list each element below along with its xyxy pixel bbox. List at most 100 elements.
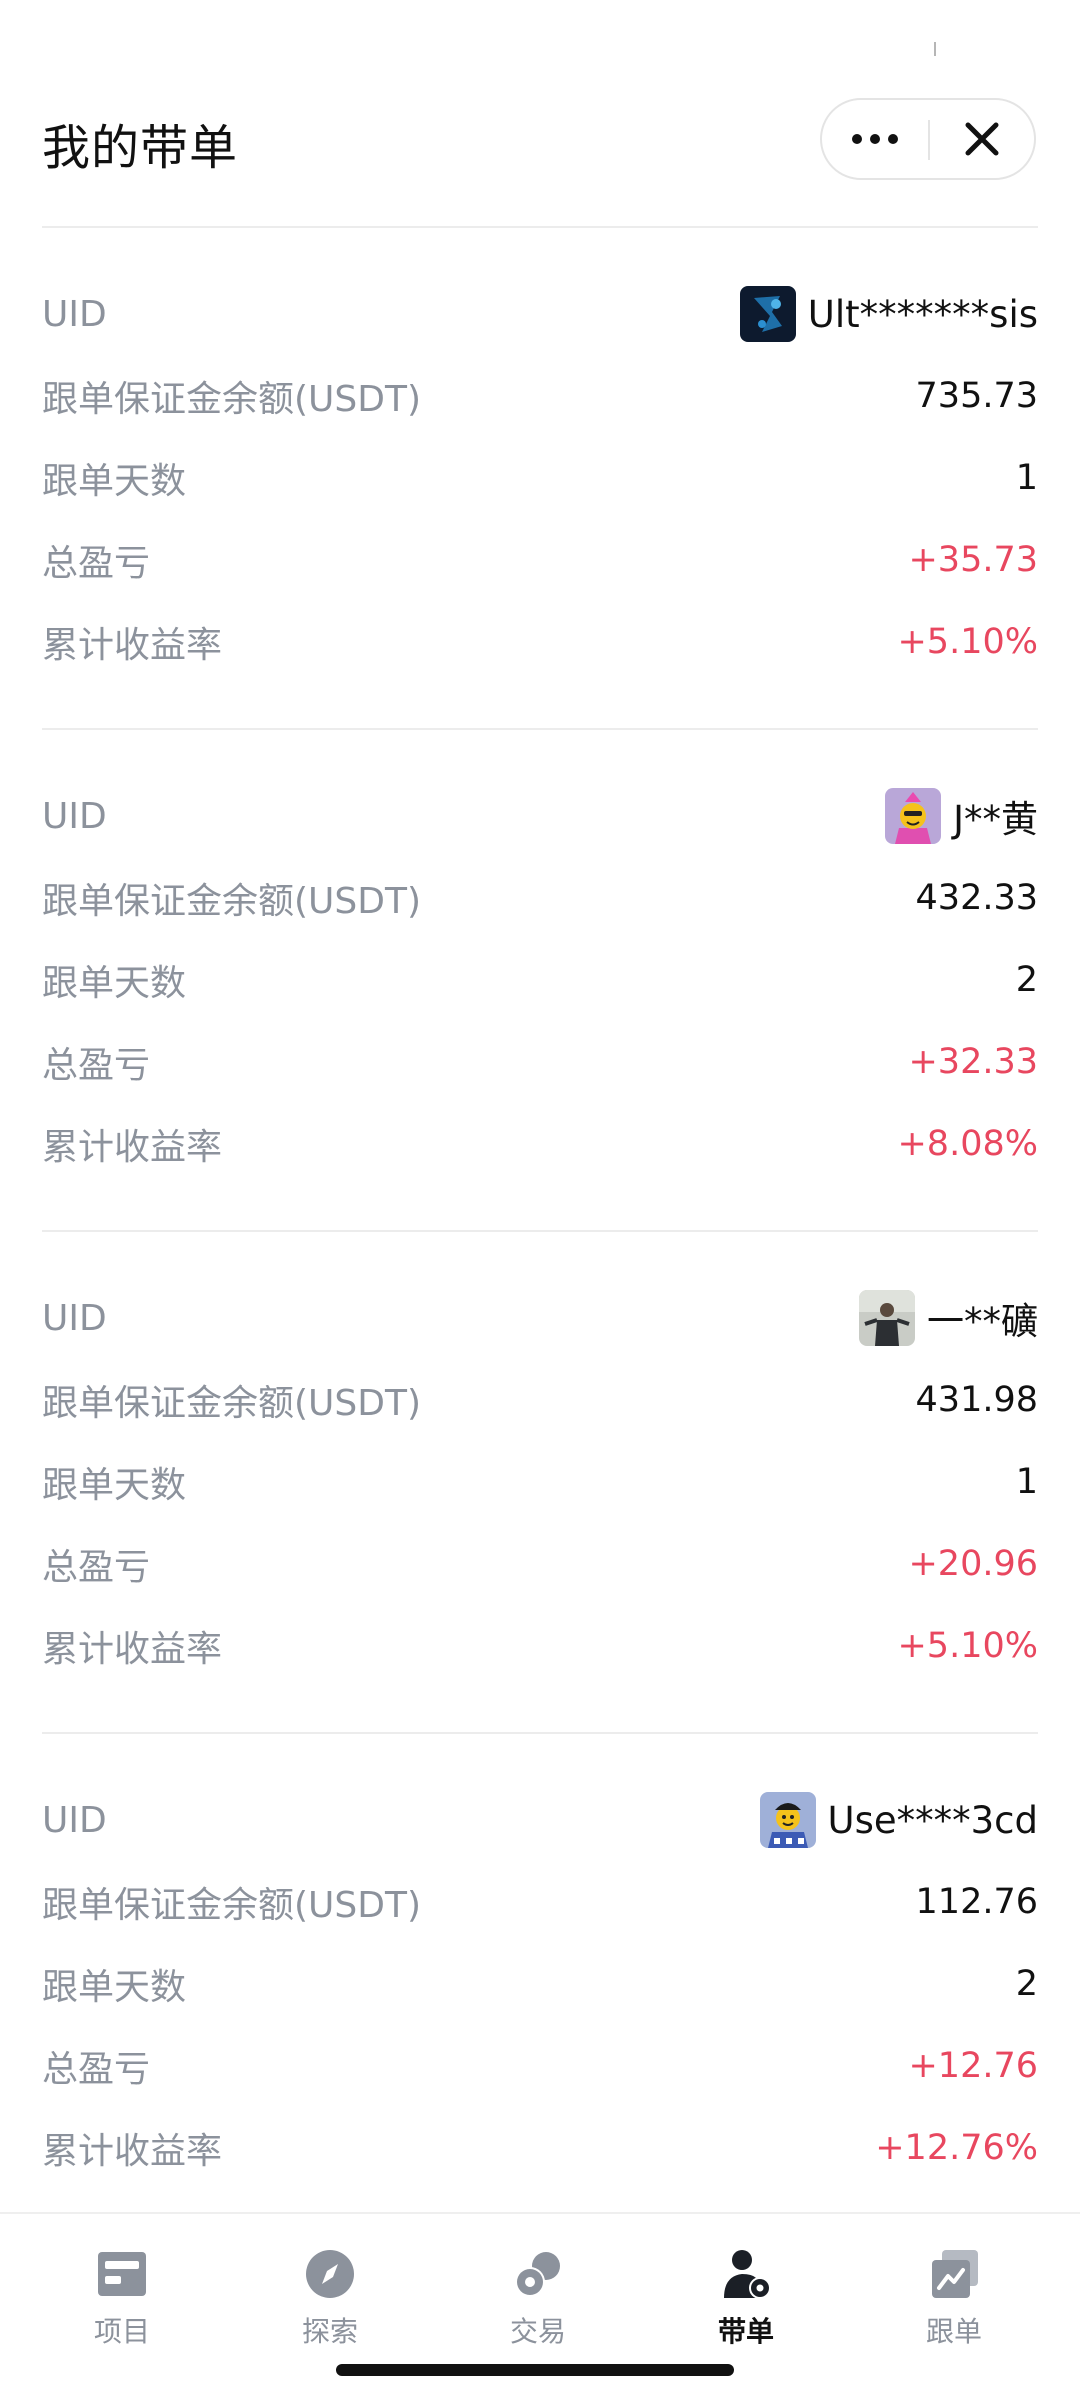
balance-label: 跟单保证金余额(USDT) xyxy=(42,379,422,420)
balance-value: 735.73 xyxy=(915,376,1038,416)
more-button[interactable] xyxy=(822,100,928,178)
more-icon-dot xyxy=(888,134,898,144)
yield-value: +8.08% xyxy=(897,1124,1038,1164)
lead-trade-list: UID Ult*******sis 跟单保证金余额(USDT) 735.73 跟… xyxy=(0,228,1080,2236)
follower-card: UID Ult*******sis 跟单保证金余额(USDT) 735.73 跟… xyxy=(0,228,1080,730)
pnl-row: 总盈亏 +20.96 xyxy=(42,1534,1038,1594)
pnl-label: 总盈亏 xyxy=(42,1045,151,1086)
more-icon xyxy=(852,134,862,144)
pnl-row: 总盈亏 +35.73 xyxy=(42,530,1038,590)
pnl-row: 总盈亏 +12.76 xyxy=(42,2036,1038,2096)
tab-lead-trade[interactable]: 带单 xyxy=(686,2246,806,2366)
uid-row: UID 一**礦 xyxy=(42,1288,1038,1348)
days-row: 跟单天数 2 xyxy=(42,1954,1038,2014)
pnl-label: 总盈亏 xyxy=(42,1547,151,1588)
avatar xyxy=(739,286,796,342)
balance-label: 跟单保证金余额(USDT) xyxy=(42,1885,422,1926)
uid-row: UID Use****3cd xyxy=(42,1790,1038,1850)
pnl-label: 总盈亏 xyxy=(42,543,151,584)
yield-value: +12.76% xyxy=(875,2128,1038,2168)
balance-value: 432.33 xyxy=(915,878,1038,918)
lead-trade-icon xyxy=(724,2250,771,2299)
tab-label: 项目 xyxy=(93,2315,150,2348)
yield-label: 累计收益率 xyxy=(42,1629,223,1670)
yield-row: 累计收益率 +8.08% xyxy=(42,1114,1038,1174)
pnl-value: +20.96 xyxy=(908,1544,1038,1584)
yield-value: +5.10% xyxy=(897,1626,1038,1666)
pnl-value: +32.33 xyxy=(908,1042,1038,1082)
tab-label: 探索 xyxy=(301,2315,358,2348)
uid-row: UID Ult*******sis xyxy=(42,284,1038,344)
follower-identity: Ult*******sis xyxy=(739,286,1038,342)
tab-label: 带单 xyxy=(717,2315,774,2348)
project-icon xyxy=(98,2252,146,2296)
follower-card: UID Use****3cd 跟单保证金余额(USDT) 112.76 跟单天数… xyxy=(0,1734,1080,2236)
balance-row: 跟单保证金余额(USDT) 735.73 xyxy=(42,366,1038,426)
yield-row: 累计收益率 +5.10% xyxy=(42,612,1038,672)
balance-row: 跟单保证金余额(USDT) 432.33 xyxy=(42,868,1038,928)
yield-label: 累计收益率 xyxy=(42,1127,223,1168)
header: 我的带单 xyxy=(0,90,1080,228)
follower-name: 一**礦 xyxy=(927,1300,1038,1343)
avatar xyxy=(859,1290,915,1346)
days-row: 跟单天数 1 xyxy=(42,448,1038,508)
compass-icon xyxy=(306,2250,354,2298)
pnl-value: +35.73 xyxy=(908,540,1038,580)
follower-name: J**黄 xyxy=(953,798,1038,841)
status-indicator xyxy=(934,42,936,56)
uid-label: UID xyxy=(42,795,107,837)
tab-label: 交易 xyxy=(509,2315,566,2348)
follower-identity: 一**礦 xyxy=(859,1290,1038,1346)
close-icon xyxy=(965,122,999,156)
page-title: 我的带单 xyxy=(42,120,239,176)
yield-label: 累计收益率 xyxy=(42,625,223,666)
days-value: 1 xyxy=(1015,458,1038,498)
follower-card: UID 一**礦 跟单保证金余额(USDT) 431.98 跟单天数 1 总盈亏… xyxy=(0,1232,1080,1734)
tab-trade[interactable]: 交易 xyxy=(478,2246,598,2366)
days-value: 2 xyxy=(1015,1964,1038,2004)
days-label: 跟单天数 xyxy=(42,1465,187,1506)
uid-label: UID xyxy=(42,293,107,335)
tab-explore[interactable]: 探索 xyxy=(270,2246,390,2366)
uid-row: UID J**黄 xyxy=(42,786,1038,846)
trade-icon xyxy=(515,2252,560,2297)
days-label: 跟单天数 xyxy=(42,1967,187,2008)
pnl-value: +12.76 xyxy=(908,2046,1038,2086)
follower-name: Use****3cd xyxy=(827,1798,1039,1842)
balance-row: 跟单保证金余额(USDT) 112.76 xyxy=(42,1872,1038,1932)
pnl-label: 总盈亏 xyxy=(42,2049,151,2090)
home-indicator xyxy=(336,2364,734,2376)
tab-copy-trade[interactable]: 跟单 xyxy=(894,2246,1014,2366)
avatar xyxy=(759,1792,816,1848)
follower-name: Ult*******sis xyxy=(807,292,1038,336)
status-bar xyxy=(0,0,1080,90)
days-label: 跟单天数 xyxy=(42,461,187,502)
copy-trade-icon xyxy=(932,2250,978,2298)
days-row: 跟单天数 1 xyxy=(42,1452,1038,1512)
close-button[interactable] xyxy=(930,100,1034,178)
days-value: 2 xyxy=(1015,960,1038,1000)
page: 我的带单 UID Ult*******sis 跟单保证金余额(USDT) 735… xyxy=(0,0,1080,2400)
more-icon-dot xyxy=(870,134,880,144)
days-label: 跟单天数 xyxy=(42,963,187,1004)
balance-value: 112.76 xyxy=(915,1882,1038,1922)
balance-row: 跟单保证金余额(USDT) 431.98 xyxy=(42,1370,1038,1430)
balance-label: 跟单保证金余额(USDT) xyxy=(42,881,422,922)
days-value: 1 xyxy=(1015,1462,1038,1502)
yield-label: 累计收益率 xyxy=(42,2131,223,2172)
pnl-row: 总盈亏 +32.33 xyxy=(42,1032,1038,1092)
days-row: 跟单天数 2 xyxy=(42,950,1038,1010)
avatar xyxy=(885,788,942,844)
follower-card: UID J**黄 跟单保证金余额(USDT) 432.33 跟单天数 2 总盈亏… xyxy=(0,730,1080,1232)
balance-value: 431.98 xyxy=(915,1380,1038,1420)
tab-project[interactable]: 项目 xyxy=(62,2246,182,2366)
follower-identity: Use****3cd xyxy=(759,1792,1039,1848)
yield-row: 累计收益率 +5.10% xyxy=(42,1616,1038,1676)
yield-value: +5.10% xyxy=(897,622,1038,662)
uid-label: UID xyxy=(42,1297,107,1339)
uid-label: UID xyxy=(42,1799,107,1841)
follower-identity: J**黄 xyxy=(885,788,1038,844)
balance-label: 跟单保证金余额(USDT) xyxy=(42,1383,422,1424)
mini-program-capsule xyxy=(820,98,1036,180)
tab-label: 跟单 xyxy=(925,2315,982,2348)
